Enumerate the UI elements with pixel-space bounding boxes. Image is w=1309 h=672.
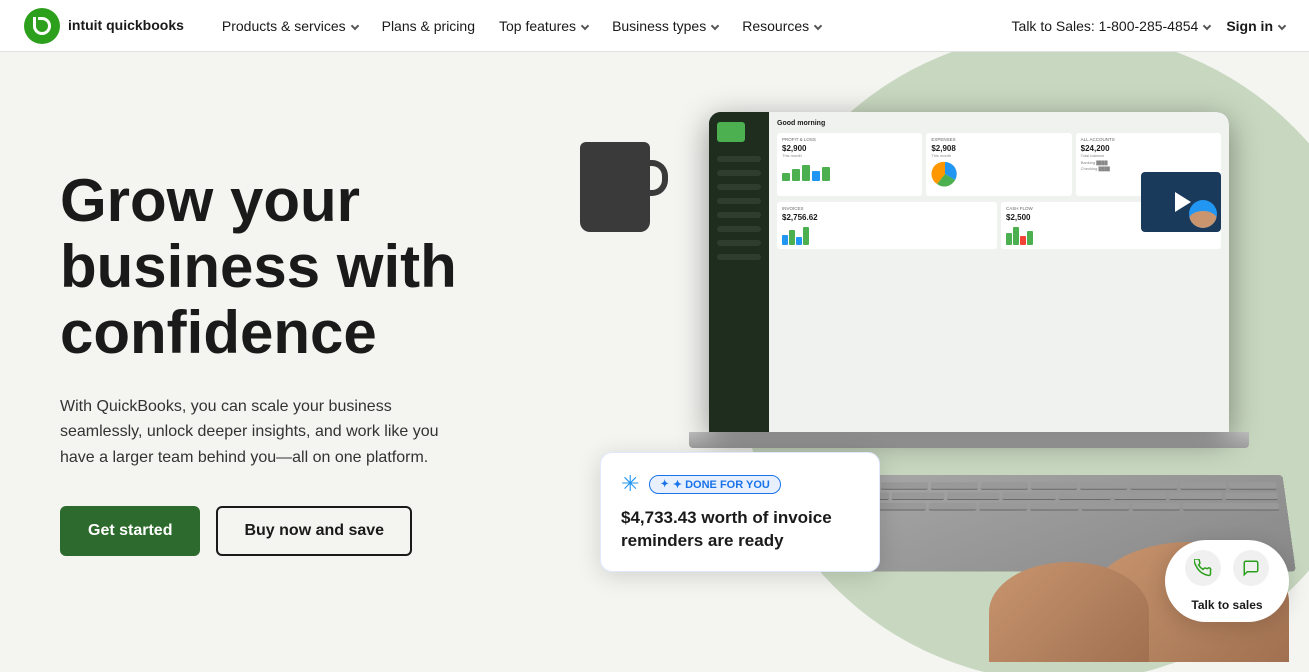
chevron-down-icon [711,21,719,29]
laptop-card-profit: PROFIT & LOSS $2,900 This month [777,133,922,196]
nav-products-services[interactable]: Products & services [212,10,368,42]
chat-icon [1233,550,1269,586]
snowflake-icon: ✳ [621,471,639,497]
video-avatar [1189,200,1217,228]
talk-widget-icons [1185,550,1269,586]
nav-resources[interactable]: Resources [732,10,831,42]
hero-subtitle: With QuickBooks, you can scale your busi… [60,394,440,471]
talk-sales-label: Talk to sales [1191,598,1262,612]
sidebar-item [717,198,761,204]
sidebar-item [717,240,761,246]
laptop-greeting: Good morning [777,120,1221,127]
talk-to-sales-link[interactable]: Talk to Sales: 1-800-285-4854 [1012,18,1211,34]
laptop-screen: Good morning PROFIT & LOSS $2,900 This m… [709,112,1229,432]
talk-to-sales-widget[interactable]: Talk to sales [1165,540,1289,622]
phone-icon [1185,550,1221,586]
mug-handle [650,160,668,196]
chevron-down-icon [581,21,589,29]
sidebar-item [717,156,761,162]
toast-message: $4,733.43 worth of invoice reminders are… [621,507,859,553]
nav-business-types[interactable]: Business types [602,10,728,42]
toast-header: ✳ ✦ ✦ DONE FOR YOU [621,471,859,497]
sidebar-logo [717,122,745,142]
toast-notification: ✳ ✦ ✦ DONE FOR YOU $4,733.43 worth of in… [600,452,880,572]
quickbooks-logo-icon [24,8,60,44]
laptop-base [689,432,1249,448]
nav-top-features[interactable]: Top features [489,10,598,42]
nav-links: Products & services Plans & pricing Top … [212,10,1012,42]
logo-text: intuit quickbooks [68,18,184,33]
nav-right: Talk to Sales: 1-800-285-4854 Sign in [1012,18,1285,34]
navbar: intuit quickbooks Products & services Pl… [0,0,1309,52]
laptop-content: Good morning PROFIT & LOSS $2,900 This m… [769,112,1229,432]
left-hand [989,562,1149,662]
chevron-down-icon [814,21,822,29]
mug [580,142,650,232]
get-started-button[interactable]: Get started [60,506,200,556]
mug-area [580,142,650,232]
sidebar-item [717,184,761,190]
sidebar-item [717,170,761,176]
chevron-down-icon [350,21,358,29]
laptop-card-expenses: EXPENSES $2,908 This month [926,133,1071,196]
chevron-down-icon [1278,21,1286,29]
hero-image-area: Good morning PROFIT & LOSS $2,900 This m… [520,92,1309,632]
sign-in-button[interactable]: Sign in [1226,18,1285,34]
buy-now-save-button[interactable]: Buy now and save [216,506,412,556]
plus-icon: ✦ [660,479,668,490]
chevron-down-icon [1203,21,1211,29]
hero-buttons: Get started Buy now and save [60,506,520,556]
sidebar-item [717,212,761,218]
done-for-you-badge: ✦ ✦ DONE FOR YOU [649,475,780,494]
logo[interactable]: intuit quickbooks [24,8,184,44]
sidebar-item [717,254,761,260]
expenses-pie-chart [931,160,959,188]
laptop-card-invoices: INVOICES $2,756.62 [777,202,997,249]
laptop-video-thumbnail [1141,172,1221,232]
nav-plans-pricing[interactable]: Plans & pricing [372,10,485,42]
laptop-sidebar [709,112,769,432]
mug-body [580,142,650,232]
hero-title: Grow your business with confidence [60,168,520,366]
hero-section: Grow your business with confidence With … [0,52,1309,672]
sidebar-item [717,226,761,232]
hero-content: Grow your business with confidence With … [60,168,520,557]
